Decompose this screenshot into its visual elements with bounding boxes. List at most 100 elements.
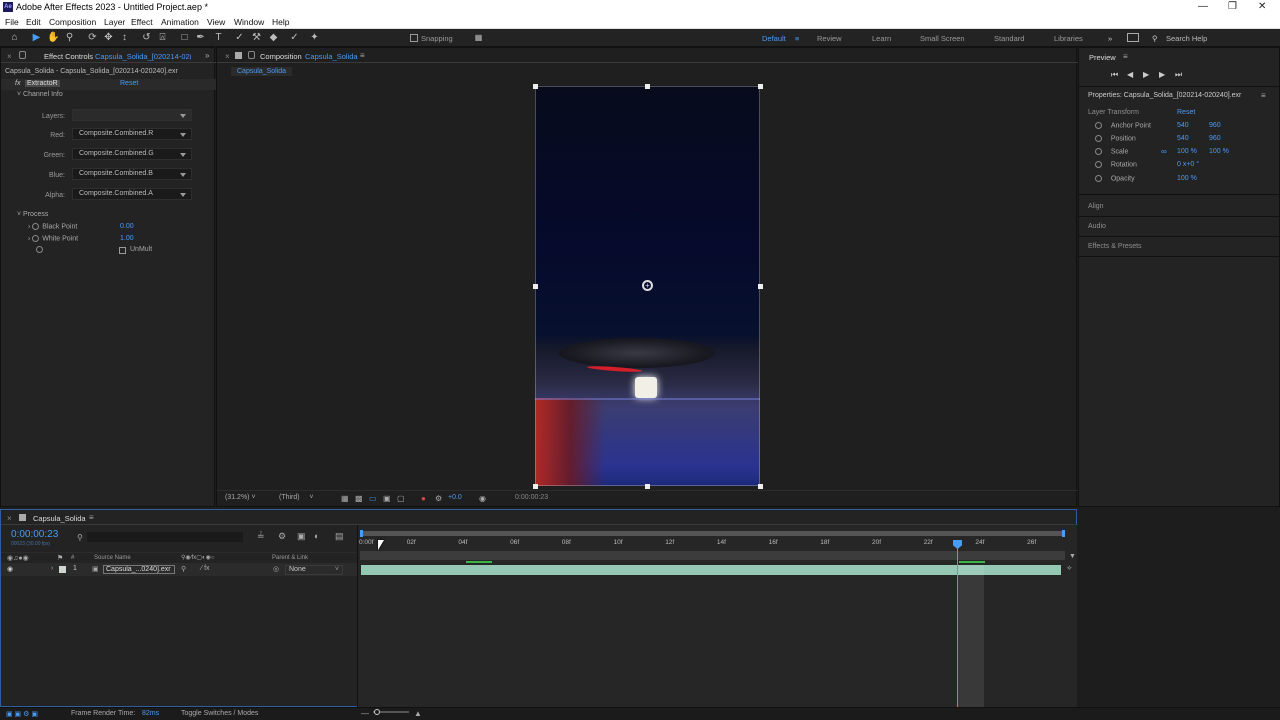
parent-dropdown[interactable]: None ˅ xyxy=(285,565,343,575)
visibility-eye-icon[interactable]: ◉ xyxy=(7,565,13,573)
work-area-end[interactable] xyxy=(1062,530,1065,537)
handle-bottom-right[interactable] xyxy=(758,484,763,489)
selection-tool-icon[interactable]: ▶ xyxy=(30,31,43,44)
channel-info-group[interactable]: ˅ Channel Info xyxy=(17,91,63,98)
mask-visibility-icon[interactable]: ▭ xyxy=(369,494,377,503)
stopwatch-icon[interactable] xyxy=(36,246,43,253)
first-frame-icon[interactable]: ⏮ xyxy=(1111,70,1118,80)
scale-x[interactable]: 100 % xyxy=(1177,148,1197,155)
zoom-dropdown[interactable]: (31.2%) ˅ xyxy=(225,494,256,501)
prev-frame-icon[interactable]: ◀ xyxy=(1127,70,1133,79)
menu-help[interactable]: Help xyxy=(272,17,289,27)
alpha-dropdown[interactable]: Composite.Combined.A xyxy=(72,188,192,200)
close-tab-icon[interactable]: × xyxy=(7,52,12,61)
transparency-grid-icon[interactable]: ▩ xyxy=(355,494,363,503)
frame-blending-icon[interactable]: ▣ xyxy=(297,531,306,542)
handle-bottom-left[interactable] xyxy=(533,484,538,489)
menu-effect[interactable]: Effect xyxy=(131,17,153,27)
menu-file[interactable]: File xyxy=(5,17,19,27)
layer-name[interactable]: Capsula_...0240].exr xyxy=(103,565,175,574)
workspace-default[interactable]: Default xyxy=(762,34,786,43)
handle-top[interactable] xyxy=(645,84,650,89)
tab-layer-name[interactable]: Capsula_Solida_[020214-02( xyxy=(95,52,191,61)
black-point-value[interactable]: 0.00 xyxy=(120,223,134,230)
handle-top-left[interactable] xyxy=(533,84,538,89)
search-help[interactable]: Search Help xyxy=(1166,34,1207,43)
audio-panel-tab[interactable]: Audio xyxy=(1088,223,1106,230)
snapshot-icon[interactable]: ◉ xyxy=(479,494,486,503)
exposure-icon[interactable]: ⚙ xyxy=(435,494,442,503)
ruler-bar[interactable] xyxy=(360,551,1065,560)
stopwatch-icon[interactable] xyxy=(1095,175,1102,182)
viewer-timecode[interactable]: 0:00:00:23 xyxy=(515,494,548,501)
search-icon[interactable]: ⚲ xyxy=(77,533,83,542)
puppet-pin-icon[interactable]: ✦ xyxy=(308,31,321,44)
zoom-slider-handle[interactable] xyxy=(374,709,380,715)
scale-y[interactable]: 100 % xyxy=(1209,148,1229,155)
stopwatch-icon[interactable] xyxy=(32,223,40,230)
green-dropdown[interactable]: Composite.Combined.G xyxy=(72,148,192,160)
last-frame-icon[interactable]: ⏭ xyxy=(1175,70,1182,80)
snapping-checkbox[interactable] xyxy=(410,34,418,42)
position-y[interactable]: 960 xyxy=(1209,135,1221,142)
stopwatch-icon[interactable] xyxy=(32,235,40,242)
minimize-icon[interactable]: — xyxy=(1198,1,1208,12)
layer-duration-bar[interactable] xyxy=(361,565,1061,575)
constrain-link-icon[interactable]: ∞ xyxy=(1161,147,1167,156)
guides-icon[interactable]: ▣ xyxy=(383,494,391,503)
work-area-bar[interactable] xyxy=(360,531,1065,536)
layer-end-icon[interactable]: ⟡ xyxy=(1067,565,1072,573)
hand-tool-icon[interactable]: ✋ xyxy=(47,31,60,44)
shy-icon[interactable]: ⚲ xyxy=(181,565,186,573)
rotation-tool-icon[interactable]: ↺ xyxy=(140,31,153,44)
color-management-icon[interactable]: ● xyxy=(421,494,426,503)
source-name-header[interactable]: Source Name xyxy=(94,555,131,561)
handle-top-right[interactable] xyxy=(758,84,763,89)
unmult-checkbox[interactable] xyxy=(119,247,126,254)
zoom-in-icon[interactable]: ▲ xyxy=(414,709,422,718)
effect-name[interactable]: ExtractoR xyxy=(25,80,60,87)
stopwatch-icon[interactable] xyxy=(1095,135,1102,142)
snap-options-icon[interactable]: ▦ xyxy=(472,31,485,44)
eraser-tool-icon[interactable]: ◆ xyxy=(267,31,280,44)
timeline-search-input[interactable] xyxy=(87,532,243,542)
exposure-value[interactable]: +0.0 xyxy=(448,494,462,501)
restore-icon[interactable]: ❐ xyxy=(1228,1,1237,12)
opacity-value[interactable]: 100 % xyxy=(1177,175,1197,182)
fx-switch-icon[interactable]: ∕ fx xyxy=(201,565,210,572)
graph-editor-icon[interactable]: ▤ xyxy=(335,531,344,542)
close-tab-icon[interactable]: × xyxy=(7,514,12,523)
type-tool-icon[interactable]: T xyxy=(212,31,225,44)
red-dropdown[interactable]: Composite.Combined.R xyxy=(72,128,192,140)
effect-reset-button[interactable]: Reset xyxy=(120,80,138,87)
workspace-menu-icon[interactable]: ≡ xyxy=(795,34,799,43)
rotation-value[interactable]: 0 x+0 ° xyxy=(1177,161,1199,168)
workspace-learn[interactable]: Learn xyxy=(872,34,891,43)
stopwatch-icon[interactable] xyxy=(1095,161,1102,168)
effects-presets-tab[interactable]: Effects & Presets xyxy=(1088,243,1142,250)
toggle-switches-modes[interactable]: Toggle Switches / Modes xyxy=(181,710,258,717)
roto-brush-icon[interactable]: ✓ xyxy=(288,31,301,44)
clone-stamp-icon[interactable]: ⚒ xyxy=(250,31,263,44)
rectangle-tool-icon[interactable]: □ xyxy=(178,31,191,44)
close-tab-icon[interactable]: × xyxy=(225,52,230,61)
panel-menu-icon[interactable]: ≡ xyxy=(89,513,94,522)
white-point-value[interactable]: 1.00 xyxy=(120,235,134,242)
workspace-small-screen[interactable]: Small Screen xyxy=(920,34,965,43)
panel-menu-icon[interactable]: ≡ xyxy=(1123,52,1128,61)
stopwatch-icon[interactable] xyxy=(1095,148,1102,155)
close-icon[interactable]: ✕ xyxy=(1258,1,1266,12)
menu-view[interactable]: View xyxy=(207,17,225,27)
transform-reset-button[interactable]: Reset xyxy=(1177,109,1195,116)
dolly-camera-icon[interactable]: ↕ xyxy=(118,31,131,44)
region-of-interest-icon[interactable]: ▦ xyxy=(341,494,349,503)
position-x[interactable]: 540 xyxy=(1177,135,1189,142)
motion-blur-icon[interactable]: ◐ xyxy=(314,531,319,541)
pan-camera-icon[interactable]: ✥ xyxy=(102,31,115,44)
comp-subtab[interactable]: Capsula_Solida xyxy=(231,67,293,76)
panel-menu-icon[interactable]: ≡ xyxy=(360,51,365,60)
playhead-line[interactable] xyxy=(957,540,958,708)
comp-marker-bin-icon[interactable]: ▼ xyxy=(1069,553,1076,560)
tab-composition[interactable]: Composition xyxy=(260,52,302,61)
layer-label-swatch[interactable] xyxy=(59,566,66,573)
